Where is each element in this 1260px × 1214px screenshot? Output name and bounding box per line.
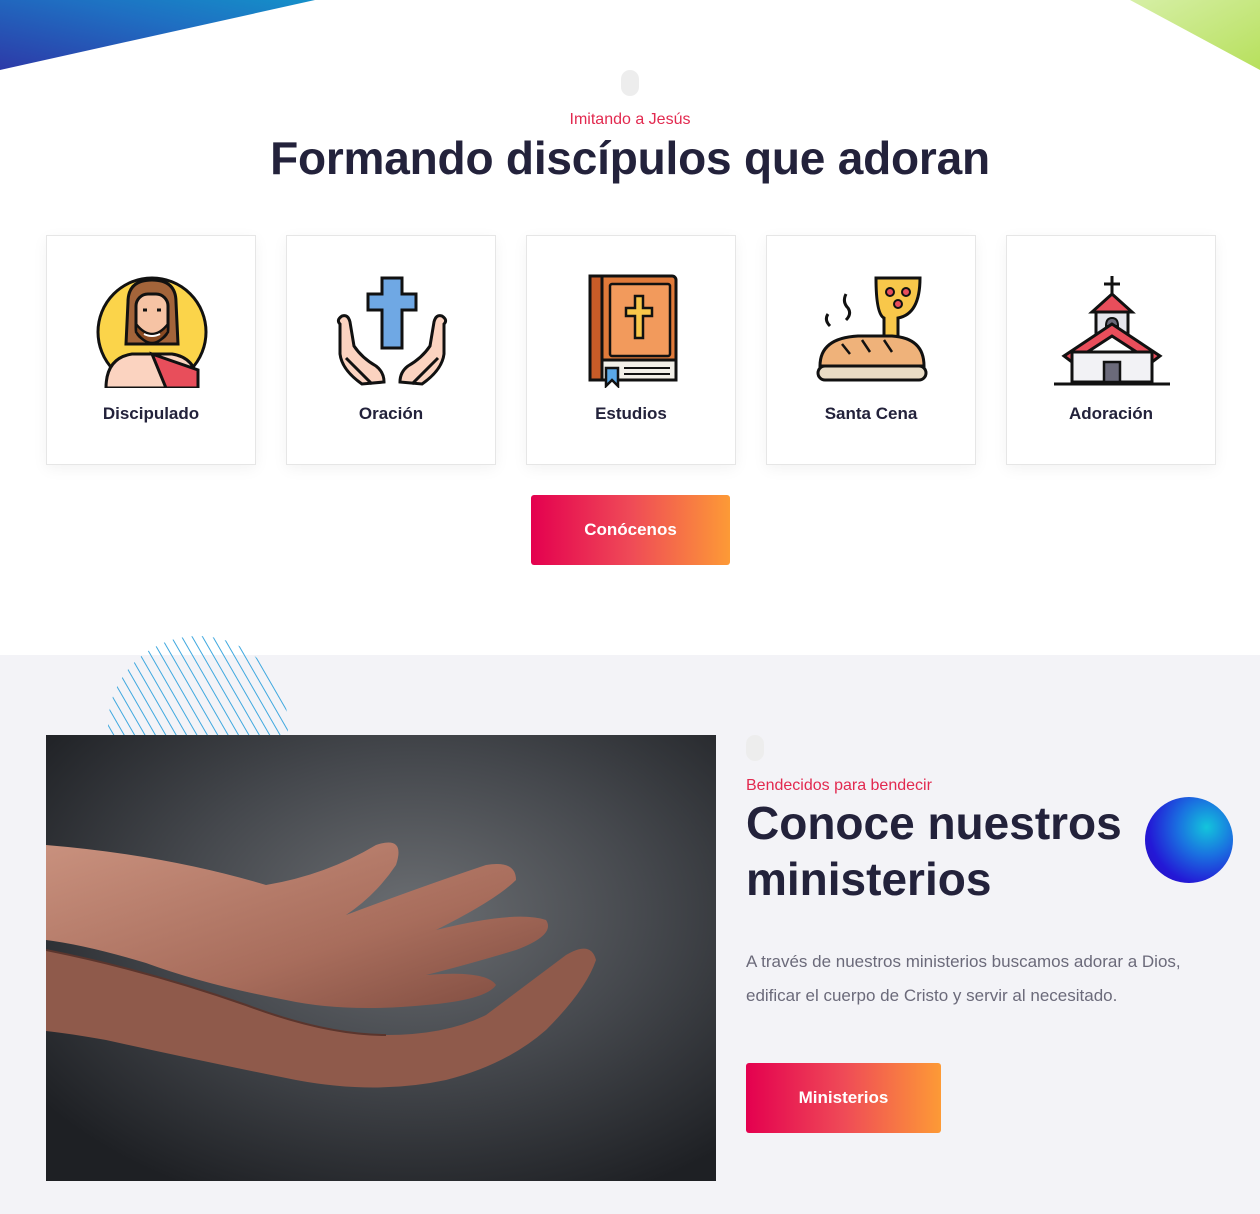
ministerios-button[interactable]: Ministerios: [746, 1063, 941, 1133]
open-hands-photo: [46, 735, 716, 1181]
section-title: Formando discípulos que adoran: [270, 132, 990, 184]
ministries-eyebrow: Bendecidos para bendecir: [746, 777, 932, 794]
feature-card-adoracion[interactable]: Adoración: [1006, 235, 1216, 465]
feature-card-discipulado[interactable]: Discipulado: [46, 235, 256, 465]
bible-icon: [588, 274, 678, 388]
feature-label: Estudios: [595, 404, 667, 423]
church-icon: [1054, 276, 1170, 386]
feature-card-santa-cena[interactable]: Santa Cena: [766, 235, 976, 465]
feature-label: Adoración: [1068, 404, 1154, 423]
conocenos-button[interactable]: Conócenos: [531, 495, 730, 565]
bread-chalice-icon: [816, 276, 928, 382]
ministries-description: A través de nuestros ministerios buscamo…: [746, 952, 1181, 1005]
gradient-orb-decoration: [1145, 797, 1233, 883]
feature-card-oracion[interactable]: Oración: [286, 235, 496, 465]
dot-decoration: [621, 70, 639, 96]
feature-label: Oración: [358, 404, 424, 423]
corner-gradient-decoration: [0, 0, 315, 70]
ministries-title: Conoce nuestros ministerios: [746, 797, 1122, 905]
section-eyebrow: Imitando a Jesús: [569, 111, 691, 128]
features-section: Imitando a Jesús Formando discípulos que…: [0, 0, 1260, 655]
jesus-icon: [96, 276, 208, 388]
feature-card-estudios[interactable]: Estudios: [526, 235, 736, 465]
dot-decoration: [746, 735, 764, 761]
feature-label: Discipulado: [102, 404, 200, 423]
praying-hands-cross-icon: [336, 276, 448, 386]
corner-gradient-decoration: [1130, 0, 1260, 70]
feature-label: Santa Cena: [824, 404, 918, 423]
striped-circle-decoration: [108, 636, 288, 736]
feature-cards: Discipulado Oración Estudios Santa Cena …: [46, 235, 1216, 465]
